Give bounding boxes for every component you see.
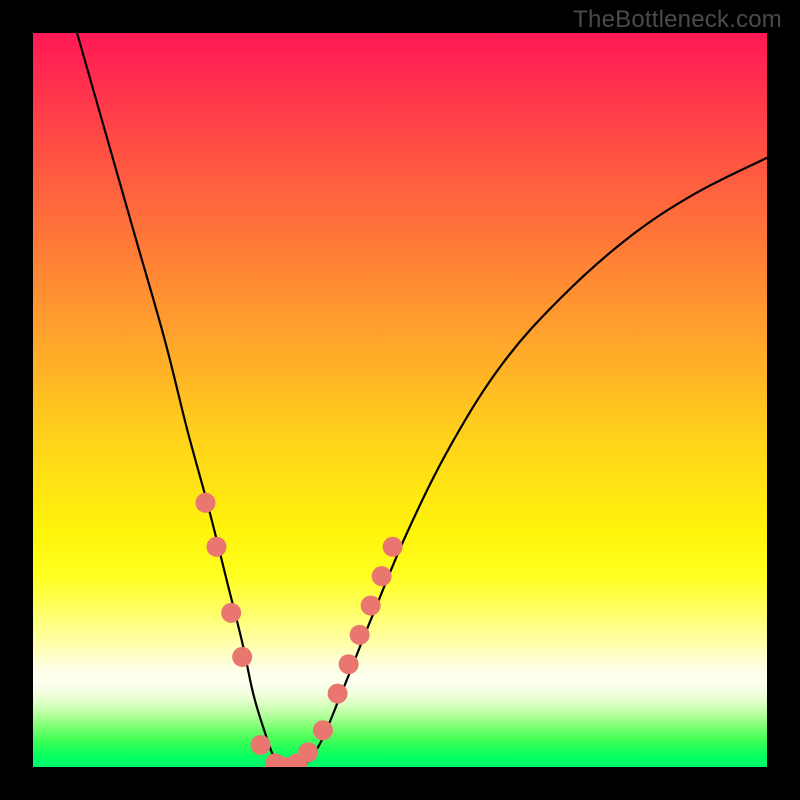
chart-frame: TheBottleneck.com (0, 0, 800, 800)
marker-dot (195, 493, 215, 513)
marker-dot (232, 647, 252, 667)
marker-dot (339, 654, 359, 674)
marker-group (195, 493, 402, 767)
marker-dot (298, 742, 318, 762)
watermark-text: TheBottleneck.com (573, 6, 782, 34)
marker-dot (207, 537, 227, 557)
curve-svg (33, 33, 767, 767)
marker-dot (328, 684, 348, 704)
marker-dot (361, 596, 381, 616)
plot-area (33, 33, 767, 767)
marker-dot (350, 625, 370, 645)
marker-dot (251, 735, 271, 755)
marker-dot (313, 720, 333, 740)
marker-dot (221, 603, 241, 623)
bottleneck-curve (77, 33, 767, 767)
marker-dot (372, 566, 392, 586)
marker-dot (383, 537, 403, 557)
